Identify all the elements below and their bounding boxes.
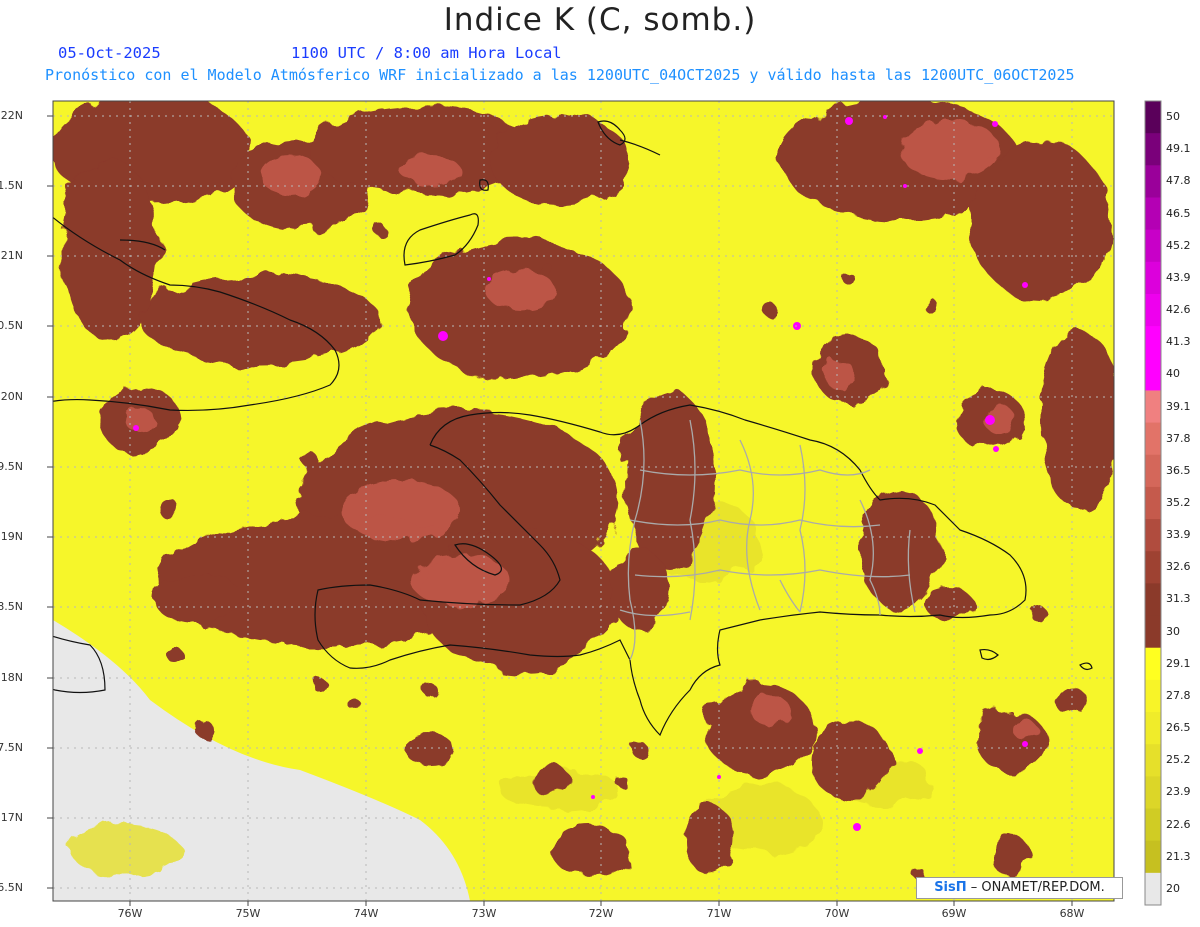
lat-label: 20.5N	[0, 319, 23, 332]
colorbar	[1144, 100, 1162, 906]
lat-label: 19N	[0, 530, 23, 543]
lat-label: 22N	[0, 109, 23, 122]
credit-brand: SisΠ	[934, 880, 967, 895]
colorbar-swatch	[1145, 229, 1161, 263]
colorbar-tick-label: 36.5	[1166, 463, 1191, 477]
colorbar-swatch	[1145, 486, 1161, 520]
colorbar-tick-label: 32.6	[1166, 560, 1191, 574]
lon-label: 76W	[117, 907, 143, 920]
lat-label: 21.5N	[0, 179, 23, 192]
colorbar-swatch	[1145, 454, 1161, 488]
colorbar-tick-label: 30	[1166, 624, 1180, 638]
colorbar-swatch	[1145, 615, 1161, 649]
lon-label: 69W	[941, 907, 967, 920]
colorbar-tick-label: 27.8	[1166, 688, 1191, 702]
lat-label: 20N	[0, 390, 23, 403]
lat-label: 16.5N	[0, 881, 23, 894]
colorbar-swatch	[1145, 776, 1161, 810]
colorbar-swatch	[1145, 197, 1161, 231]
colorbar-swatch	[1145, 390, 1161, 424]
colorbar-tick-label: 20	[1166, 881, 1180, 895]
field-layer	[53, 101, 1114, 901]
lat-label: 19.5N	[0, 460, 23, 473]
lat-label: 17.5N	[0, 741, 23, 754]
colorbar-tick-label: 33.9	[1166, 528, 1191, 542]
colorbar-swatch	[1145, 583, 1161, 617]
colorbar-swatch	[1145, 712, 1161, 745]
colorbar-tick-label: 21.3	[1166, 849, 1191, 863]
colorbar-tick-label: 29.1	[1166, 656, 1191, 670]
lat-label: 17N	[0, 811, 23, 824]
credit-box: SisΠ – ONAMET/REP.DOM.	[916, 877, 1123, 899]
colorbar-tick-label: 47.8	[1166, 174, 1191, 188]
colorbar-swatch	[1145, 840, 1161, 874]
colorbar-tick-label: 31.3	[1166, 592, 1191, 606]
colorbar-swatch	[1145, 808, 1161, 842]
colorbar-tick-label: 37.8	[1166, 431, 1191, 445]
colorbar-swatch	[1145, 101, 1161, 134]
lon-label: 72W	[588, 907, 614, 920]
colorbar-tick-label: 40	[1166, 367, 1180, 381]
k-index-map	[47, 100, 1162, 906]
colorbar-tick-label: 26.5	[1166, 721, 1191, 735]
colorbar-swatch	[1145, 165, 1161, 198]
colorbar-tick-label: 22.6	[1166, 817, 1191, 831]
lon-label: 75W	[235, 907, 261, 920]
colorbar-swatch	[1145, 519, 1161, 552]
lat-label: 18.5N	[0, 600, 23, 613]
colorbar-swatch	[1145, 422, 1161, 456]
colorbar-tick-label: 23.9	[1166, 785, 1191, 799]
colorbar-swatch	[1145, 744, 1161, 777]
lon-label: 68W	[1059, 907, 1085, 920]
lat-label: 18N	[0, 671, 23, 684]
lon-label: 70W	[824, 907, 850, 920]
colorbar-swatch	[1145, 872, 1161, 906]
colorbar-swatch	[1145, 133, 1161, 166]
colorbar-tick-label: 42.6	[1166, 303, 1191, 317]
colorbar-swatch	[1145, 551, 1161, 584]
colorbar-swatch	[1145, 293, 1161, 327]
colorbar-tick-label: 50	[1166, 110, 1180, 124]
colorbar-tick-label: 39.1	[1166, 399, 1191, 413]
colorbar-tick-label: 46.5	[1166, 206, 1191, 220]
colorbar-tick-label: 35.2	[1166, 496, 1191, 509]
colorbar-tick-label: 45.2	[1166, 238, 1191, 252]
colorbar-tick-label: 25.2	[1166, 753, 1191, 767]
credit-text: – ONAMET/REP.DOM.	[970, 880, 1105, 895]
colorbar-swatch	[1145, 358, 1161, 391]
lat-label: 21N	[0, 249, 23, 262]
colorbar-swatch	[1145, 647, 1161, 681]
colorbar-tick-label: 49.1	[1166, 142, 1191, 156]
lon-label: 74W	[353, 907, 379, 920]
lon-label: 71W	[706, 907, 732, 920]
lon-label: 73W	[471, 907, 497, 920]
colorbar-tick-label: 43.9	[1166, 270, 1191, 284]
colorbar-swatch	[1145, 261, 1161, 295]
colorbar-tick-label: 41.3	[1166, 335, 1191, 349]
colorbar-swatch	[1145, 679, 1161, 713]
colorbar-swatch	[1145, 326, 1161, 359]
